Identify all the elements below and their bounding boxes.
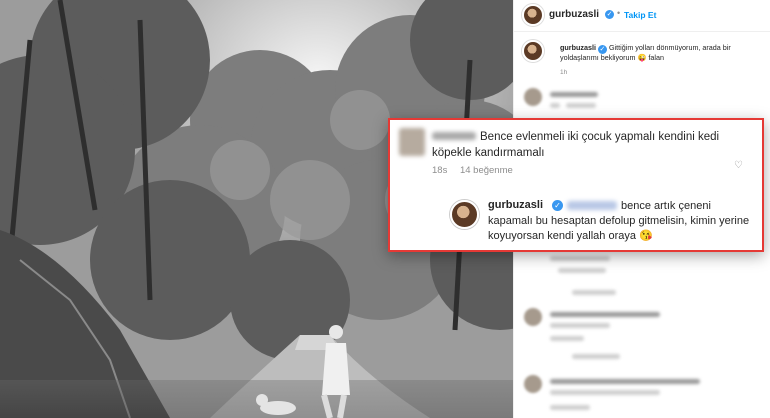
- header-divider: [514, 31, 770, 32]
- reply-verified-icon: ✓: [552, 200, 563, 211]
- heart-icon[interactable]: ♡: [734, 160, 743, 171]
- caption-username[interactable]: gurbuzasli: [560, 43, 596, 52]
- reply-username[interactable]: gurbuzasli: [488, 199, 543, 211]
- caption-avatar[interactable]: [522, 40, 544, 62]
- comment-time: 18s: [432, 165, 448, 176]
- highlighted-comment-card: Bence evlenmeli iki çocuk yapmalı kendin…: [388, 118, 764, 252]
- caption-verified-icon: ✓: [597, 45, 607, 54]
- separator-dot: •: [617, 8, 621, 18]
- caption-time: 1h: [560, 69, 568, 76]
- reply-mention-blurred: [567, 201, 617, 210]
- comment-likes[interactable]: 14 beğenme: [460, 165, 513, 176]
- author-username[interactable]: gurbuzasli: [549, 9, 599, 20]
- reply-avatar[interactable]: [450, 200, 479, 229]
- follow-button[interactable]: Takip Et: [624, 10, 656, 20]
- caption: gurbuzasli ✓ Gittiğim yolları dönmüyorum…: [560, 43, 760, 63]
- verified-icon: ✓: [605, 10, 614, 19]
- commenter-avatar-blurred: [399, 128, 425, 156]
- comment-meta: 18s 14 beğenme: [432, 165, 523, 176]
- comment-text: Bence evlenmeli iki çocuk yapmalı kendin…: [432, 131, 720, 159]
- author-avatar[interactable]: [522, 4, 544, 26]
